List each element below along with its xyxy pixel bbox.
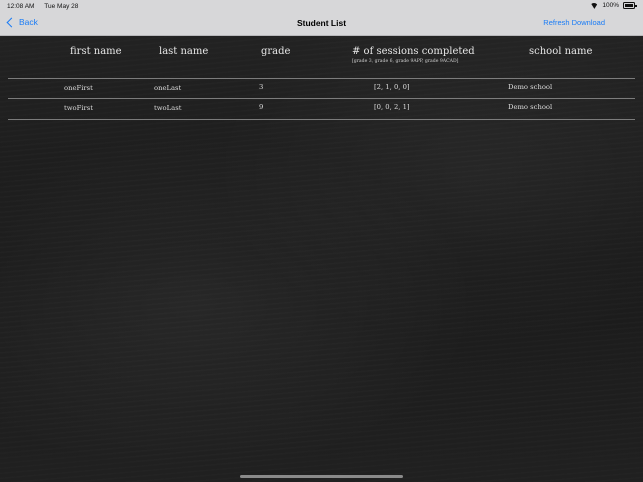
cell-last-name: twoLast [154, 104, 182, 112]
home-indicator[interactable] [240, 475, 403, 478]
cell-first-name: oneFirst [64, 84, 93, 92]
cell-school-name: Demo school [508, 103, 553, 111]
row-divider [8, 119, 635, 120]
header-sessions-completed: # of sessions completed [352, 46, 475, 57]
cell-first-name: twoFirst [64, 104, 93, 112]
cell-sessions: [0, 0, 2, 1] [374, 103, 410, 111]
cell-school-name: Demo school [508, 83, 553, 91]
status-bar: 12:08 AM Tue May 28 100% [0, 0, 643, 12]
chalkboard-background: first name last name grade # of sessions… [0, 36, 643, 482]
row-divider [8, 78, 635, 79]
header-first-name: first name [70, 46, 122, 57]
status-time: 12:08 AM [7, 3, 35, 10]
header-grade: grade [261, 46, 291, 57]
refresh-download-button[interactable]: Refresh Download [543, 18, 605, 27]
header-school-name: school name [529, 46, 593, 57]
navigation-bar: Back Student List Refresh Download [0, 12, 643, 36]
cell-sessions: [2, 1, 0, 0] [374, 83, 410, 91]
status-date: Tue May 28 [44, 3, 79, 10]
cell-grade: 9 [259, 103, 264, 111]
wifi-icon [590, 3, 598, 9]
battery-percent: 100% [602, 2, 619, 9]
battery-icon [623, 2, 637, 9]
cell-grade: 3 [259, 83, 264, 91]
row-divider [8, 98, 635, 99]
header-sessions-subtitle: [grade 3, grade 6, grade 9APP, grade 9AC… [352, 59, 459, 64]
cell-last-name: oneLast [154, 84, 182, 92]
header-last-name: last name [159, 46, 209, 57]
